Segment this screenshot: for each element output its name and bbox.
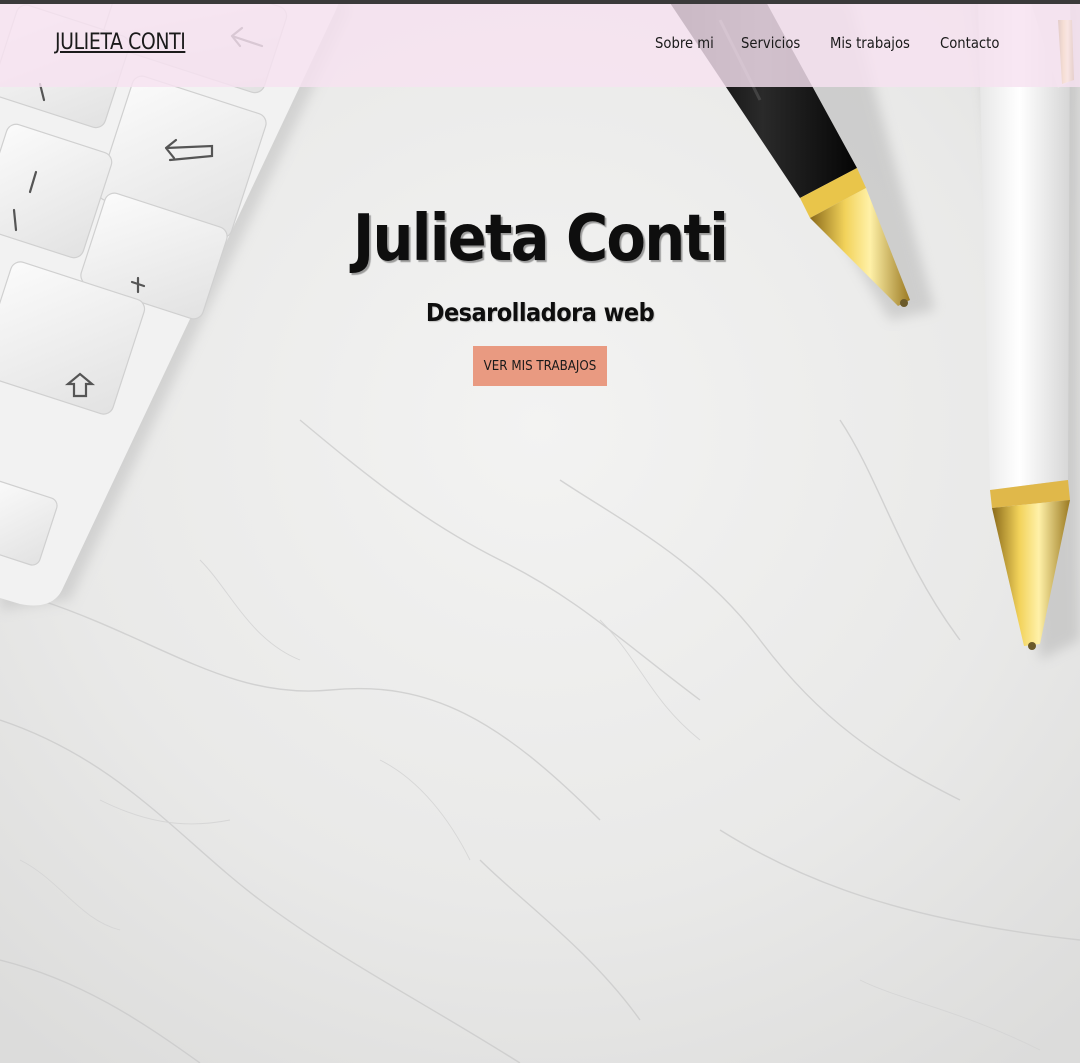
hero-image	[0, 0, 1080, 1063]
navbar: JULIETA CONTI Sobre mi Servicios Mis tra…	[0, 4, 1080, 87]
hero-background	[0, 0, 1080, 1063]
window-top-border	[0, 0, 1080, 4]
nav-links: Sobre mi Servicios Mis trabajos Contacto	[0, 34, 1080, 58]
nav-link-mis-trabajos[interactable]: Mis trabajos	[830, 34, 910, 52]
hero-title: Julieta Conti	[352, 202, 729, 276]
hero-content: Julieta Conti Desarolladora web VER MIS …	[0, 196, 1080, 386]
nav-link-contacto[interactable]: Contacto	[940, 34, 999, 52]
nav-link-sobre-mi[interactable]: Sobre mi	[655, 34, 714, 52]
hero-subtitle: Desarolladora web	[425, 298, 655, 327]
view-works-button-label: VER MIS TRABAJOS	[483, 358, 597, 374]
nav-link-servicios[interactable]: Servicios	[741, 34, 800, 52]
view-works-button[interactable]: VER MIS TRABAJOS	[473, 346, 607, 386]
